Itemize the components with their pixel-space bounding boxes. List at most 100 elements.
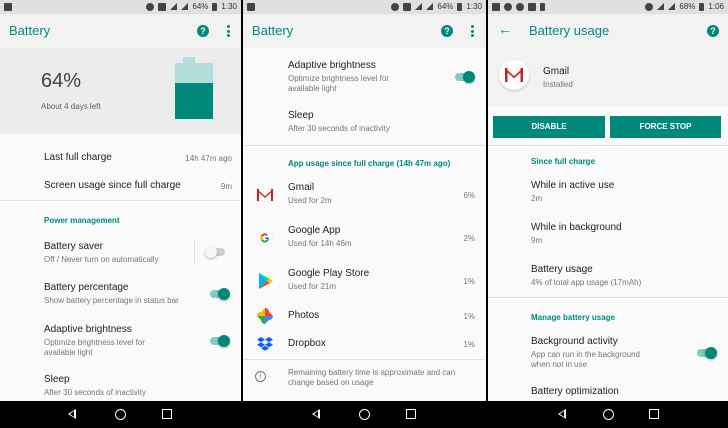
image-notification-icon	[4, 3, 12, 11]
wifi-icon	[170, 3, 178, 10]
app-name: Google App	[288, 225, 341, 236]
sleep-sub: After 30 seconds of inactivity	[44, 388, 146, 397]
app-bar: Battery ?	[0, 14, 241, 48]
app-usage: Used for 14h 46m	[288, 239, 352, 248]
sleep-row[interactable]: Sleep After 30 seconds of inactivity	[243, 104, 486, 138]
battery-status-icon	[212, 2, 218, 11]
do-not-disturb-icon	[645, 2, 654, 11]
status-battery-percent: 64%	[437, 2, 454, 11]
dropbox-icon	[257, 337, 273, 351]
app-bar: ← Battery usage ?	[488, 14, 728, 48]
battery-status-icon	[699, 2, 705, 11]
signal-icon	[426, 3, 434, 10]
background-title: While in background	[531, 222, 622, 233]
home-icon[interactable]	[115, 409, 126, 420]
status-time: 1:06	[708, 2, 724, 11]
adaptive-brightness-title: Adaptive brightness	[288, 60, 376, 71]
app-row-play-store[interactable]: Google Play Store Used for 21m 1%	[243, 262, 486, 300]
recent-apps-icon[interactable]	[162, 409, 172, 419]
sleep-row[interactable]: Sleep After 30 seconds of inactivity	[0, 368, 241, 400]
app-row-google-app[interactable]: Google App Used for 14h 46m 2%	[243, 219, 486, 257]
status-battery-percent: 68%	[679, 2, 696, 11]
force-stop-button[interactable]: FORCE STOP	[610, 116, 721, 138]
background-value: 9m	[531, 236, 543, 245]
footer-note: Remaining battery time is approximate an…	[288, 368, 456, 377]
footer-note-2: change based on usage	[288, 378, 374, 387]
battery-screen-scrolled: 64% 1:30 Battery ? Adaptive brightness O…	[243, 0, 486, 428]
last-full-charge-value: 14h 47m ago	[185, 154, 232, 163]
app-row-dropbox[interactable]: Dropbox 1%	[243, 332, 486, 358]
battery-percentage-row[interactable]: Battery percentage Show battery percenta…	[0, 276, 241, 312]
status-bar: 64% 1:30	[243, 0, 486, 14]
adaptive-brightness-toggle[interactable]	[455, 71, 475, 83]
active-use-value: 2m	[531, 194, 543, 203]
battery-usage-value: 4% of total app usage (17mAh)	[531, 278, 642, 287]
home-icon[interactable]	[359, 409, 370, 420]
battery-optimization-row[interactable]: Battery optimization	[488, 380, 728, 400]
battery-saver-row[interactable]: Battery saver Off / Never turn on automa…	[0, 234, 241, 270]
last-full-charge-label: Last full charge	[44, 152, 112, 163]
adaptive-brightness-title: Adaptive brightness	[44, 324, 132, 335]
back-icon[interactable]	[312, 409, 320, 419]
gmail-icon	[505, 68, 523, 82]
do-not-disturb-icon	[146, 2, 155, 11]
youtube-notification-icon	[492, 3, 500, 11]
sleep-title: Sleep	[44, 374, 70, 385]
notification-icon	[504, 3, 512, 11]
app-icon	[499, 60, 529, 90]
app-usage: Used for 21m	[288, 282, 337, 291]
recent-apps-icon[interactable]	[649, 409, 659, 419]
app-row-photos[interactable]: Photos 1%	[243, 304, 486, 330]
battery-percentage-toggle[interactable]	[210, 288, 230, 300]
adaptive-brightness-sub-2: available light	[288, 84, 337, 93]
home-icon[interactable]	[603, 409, 614, 420]
disable-button[interactable]: DISABLE	[493, 116, 605, 138]
adaptive-brightness-toggle[interactable]	[210, 335, 230, 347]
app-percent: 6%	[463, 191, 475, 200]
back-arrow-icon[interactable]: ←	[498, 22, 512, 36]
section-manage-battery: Manage battery usage	[531, 313, 616, 322]
more-options-icon[interactable]	[470, 25, 474, 37]
notification-icon	[528, 3, 536, 11]
sleep-title: Sleep	[288, 110, 314, 121]
battery-usage-title: Battery usage	[531, 264, 593, 275]
battery-usage-row: Battery usage 4% of total app usage (17m…	[488, 258, 728, 292]
info-icon: i	[255, 371, 266, 382]
image-notification-icon	[247, 3, 255, 11]
app-name: Gmail	[543, 66, 570, 77]
help-icon[interactable]: ?	[707, 25, 719, 37]
adaptive-brightness-row[interactable]: Adaptive brightness Optimize brightness …	[0, 318, 241, 362]
help-icon[interactable]: ?	[197, 25, 209, 37]
battery-screen: 64% 1:30 Battery ? 64% About 4 days left…	[0, 0, 241, 428]
help-icon[interactable]: ?	[441, 25, 453, 37]
app-row-gmail[interactable]: Gmail Used for 2m 6%	[243, 176, 486, 214]
status-time: 1:30	[221, 2, 237, 11]
google-icon	[256, 229, 274, 247]
adaptive-brightness-sub: Optimize brightness level for	[288, 74, 389, 83]
back-icon[interactable]	[558, 409, 566, 419]
time-left: About 4 days left	[41, 102, 101, 111]
background-activity-toggle[interactable]	[697, 347, 717, 359]
photos-icon	[257, 308, 273, 324]
battery-percentage-title: Battery percentage	[44, 282, 129, 293]
status-bar: 68% 1:06	[488, 0, 728, 14]
battery-status-icon	[457, 2, 463, 11]
page-title: Battery usage	[529, 23, 610, 38]
adaptive-brightness-row[interactable]: Adaptive brightness Optimize brightness …	[243, 56, 486, 100]
do-not-disturb-icon	[391, 2, 400, 11]
page-title: Battery	[9, 23, 51, 38]
back-icon[interactable]	[68, 409, 76, 419]
more-options-icon[interactable]	[226, 25, 230, 37]
battery-summary-panel: 64% About 4 days left	[0, 48, 241, 134]
adaptive-brightness-sub: Optimize brightness level for	[44, 338, 145, 347]
background-activity-row[interactable]: Background activity App can run in the b…	[488, 330, 728, 374]
play-store-icon	[259, 273, 273, 289]
battery-graphic-icon	[175, 63, 213, 119]
section-since-full-charge: Since full charge	[531, 157, 596, 166]
divider	[243, 359, 486, 360]
battery-saver-toggle[interactable]	[205, 246, 225, 258]
divider	[243, 145, 486, 146]
divider	[488, 297, 728, 298]
background-row: While in background 9m	[488, 216, 728, 250]
recent-apps-icon[interactable]	[406, 409, 416, 419]
